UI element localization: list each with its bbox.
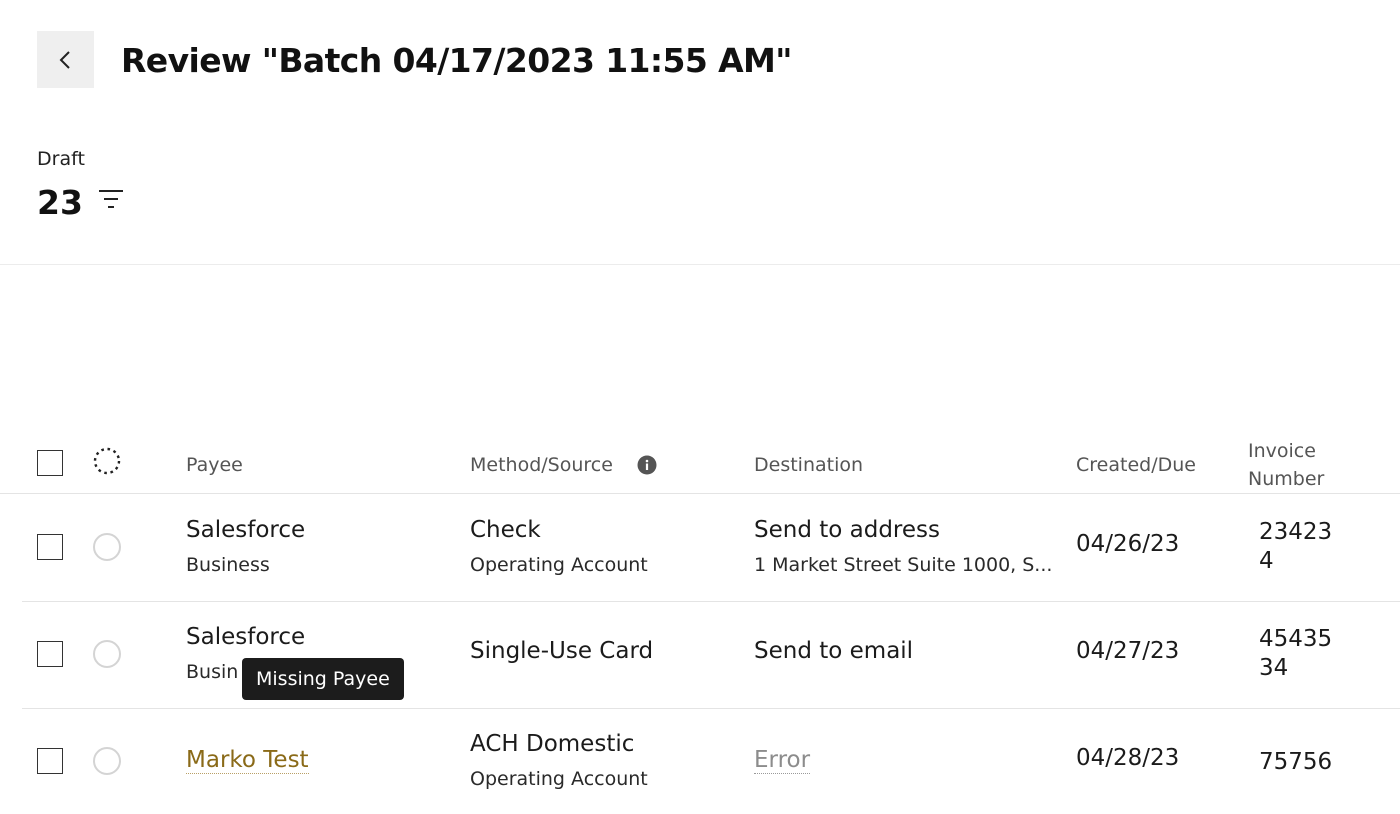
payment-method: Check bbox=[470, 517, 541, 543]
row-status-radio[interactable] bbox=[93, 533, 121, 561]
filter-icon bbox=[99, 190, 123, 208]
row-checkbox[interactable] bbox=[37, 641, 63, 667]
column-header-created-due[interactable]: Created/Due bbox=[1076, 451, 1196, 479]
payee-name[interactable]: Marko Test bbox=[186, 745, 309, 775]
row-checkbox[interactable] bbox=[37, 534, 63, 560]
payee-link[interactable]: Marko Test bbox=[186, 747, 309, 774]
payment-method: ACH Domestic bbox=[470, 731, 635, 757]
select-all-checkbox[interactable] bbox=[37, 450, 63, 476]
filter-button[interactable] bbox=[95, 184, 127, 216]
column-header-method-source[interactable]: Method/Source bbox=[470, 451, 613, 479]
info-icon[interactable] bbox=[637, 455, 657, 475]
row-divider bbox=[22, 601, 1400, 602]
invoice-number: 4543534 bbox=[1259, 626, 1333, 681]
column-header-payee[interactable]: Payee bbox=[186, 451, 243, 479]
section-divider bbox=[0, 264, 1400, 265]
status-count: 23 bbox=[37, 183, 83, 222]
invoice-number: 234234 bbox=[1259, 519, 1333, 574]
destination-error[interactable]: Error bbox=[754, 747, 811, 774]
created-due-date: 04/27/23 bbox=[1076, 638, 1180, 664]
destination: Send to email bbox=[754, 638, 914, 664]
payee-type: Business bbox=[186, 554, 270, 576]
payment-method: Single-Use Card bbox=[470, 638, 654, 664]
back-button[interactable] bbox=[37, 31, 94, 88]
payment-source: Operating Account bbox=[470, 554, 648, 576]
status-label: Draft bbox=[37, 148, 85, 170]
destination[interactable]: Error bbox=[754, 745, 811, 775]
row-checkbox[interactable] bbox=[37, 748, 63, 774]
invoice-number: 75756 bbox=[1259, 749, 1333, 775]
row-divider bbox=[22, 708, 1400, 709]
missing-payee-tooltip: Missing Payee bbox=[242, 658, 404, 700]
dashed-circle-icon bbox=[93, 447, 121, 475]
created-due-date: 04/28/23 bbox=[1076, 745, 1180, 771]
created-due-date: 04/26/23 bbox=[1076, 531, 1180, 557]
destination: Send to address bbox=[754, 517, 940, 543]
column-header-destination[interactable]: Destination bbox=[754, 451, 863, 479]
payee-name[interactable]: Salesforce bbox=[186, 515, 305, 545]
payee-type: Busin bbox=[186, 661, 239, 683]
row-status-radio[interactable] bbox=[93, 747, 121, 775]
payee-name[interactable]: Salesforce bbox=[186, 622, 305, 652]
page-title: Review "Batch 04/17/2023 11:55 AM" bbox=[121, 41, 793, 80]
chevron-left-icon bbox=[59, 50, 70, 69]
row-status-radio[interactable] bbox=[93, 640, 121, 668]
payment-source: Operating Account bbox=[470, 768, 648, 790]
destination-detail: 1 Market Street Suite 1000, S... bbox=[754, 554, 1053, 576]
header-divider bbox=[0, 493, 1400, 494]
column-header-invoice-number[interactable]: Invoice Number bbox=[1248, 437, 1338, 493]
